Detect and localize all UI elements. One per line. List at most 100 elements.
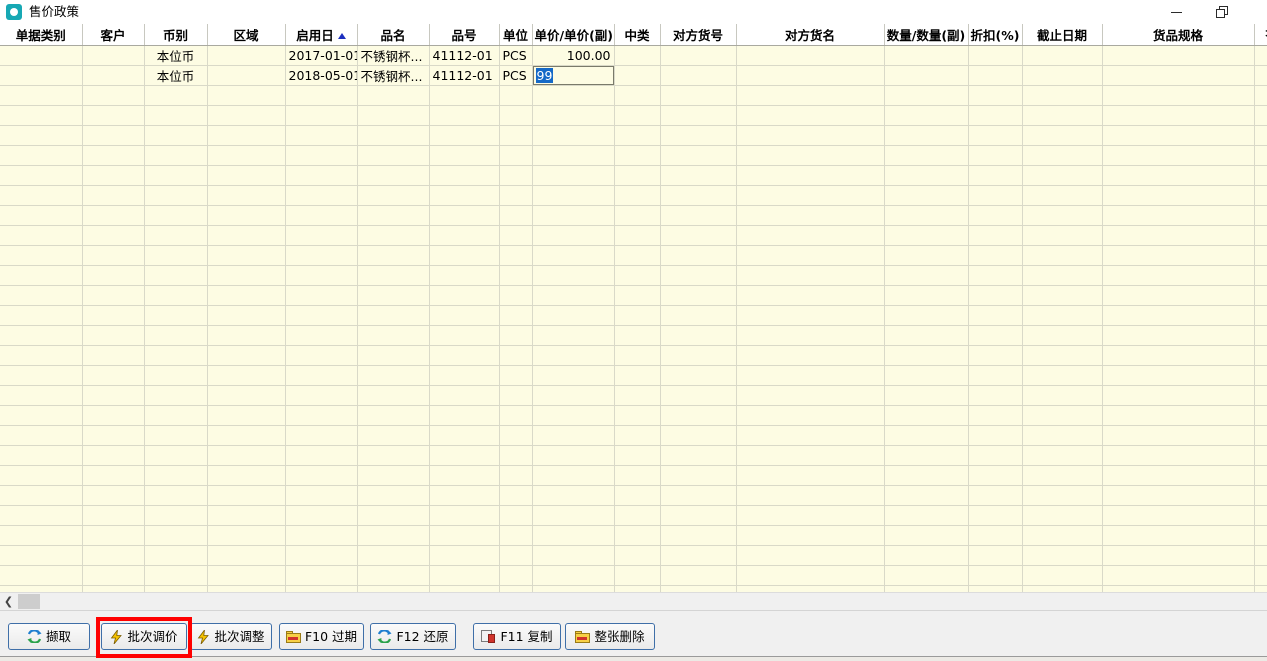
grid-cell[interactable] <box>0 185 83 206</box>
grid-cell[interactable]: PCS <box>499 65 533 86</box>
grid-cell[interactable] <box>968 505 1023 526</box>
grid-cell[interactable] <box>736 485 885 506</box>
grid-cell[interactable] <box>1254 105 1267 126</box>
grid-cell[interactable] <box>660 385 737 406</box>
grid-cell[interactable] <box>144 225 208 246</box>
grid-cell[interactable] <box>532 245 615 266</box>
grid-cell[interactable] <box>429 265 500 286</box>
grid-cell[interactable] <box>1102 385 1255 406</box>
grid-cell[interactable] <box>1254 305 1267 326</box>
grid-cell[interactable] <box>82 525 145 546</box>
grid-header-cell[interactable]: 折扣(%) <box>968 24 1023 46</box>
grid-cell[interactable] <box>532 445 615 466</box>
grid-cell[interactable] <box>357 105 430 126</box>
table-row[interactable]: 本位币 2017-01-01 不锈钢杯... 41112-01 PCS 100.00 <box>0 45 1267 66</box>
grid-cell[interactable] <box>0 265 83 286</box>
table-row-empty[interactable] <box>0 565 1267 586</box>
grid-header-cell[interactable]: 单位 <box>499 24 533 46</box>
grid-header-cell[interactable]: 品号 <box>429 24 500 46</box>
grid-cell[interactable] <box>429 285 500 306</box>
grid-cell[interactable] <box>429 225 500 246</box>
grid-cell[interactable] <box>144 445 208 466</box>
grid-cell[interactable] <box>660 185 737 206</box>
grid-cell[interactable] <box>1022 165 1103 186</box>
grid-cell[interactable] <box>0 585 83 592</box>
grid-cell[interactable] <box>532 385 615 406</box>
grid-cell[interactable] <box>1022 485 1103 506</box>
grid-cell[interactable] <box>144 85 208 106</box>
grid-cell[interactable] <box>1102 205 1255 226</box>
grid-cell[interactable] <box>144 425 208 446</box>
grid-cell[interactable] <box>1102 325 1255 346</box>
grid-cell[interactable] <box>736 585 885 592</box>
grid-cell[interactable] <box>1254 145 1267 166</box>
grid-cell[interactable] <box>499 225 533 246</box>
grid-cell[interactable] <box>660 105 737 126</box>
grid-cell[interactable] <box>614 265 661 286</box>
grid-cell[interactable] <box>1022 205 1103 226</box>
grid-cell[interactable] <box>499 545 533 566</box>
grid-cell[interactable] <box>144 205 208 226</box>
grid-cell[interactable] <box>357 385 430 406</box>
grid-cell[interactable] <box>285 585 358 592</box>
grid-header-cell[interactable]: 截止日期 <box>1022 24 1103 46</box>
grid-cell[interactable]: 100.00 <box>532 45 615 66</box>
grid-cell[interactable] <box>614 45 661 66</box>
grid-cell[interactable] <box>1022 345 1103 366</box>
grid-cell[interactable] <box>357 205 430 226</box>
grid-cell[interactable] <box>144 185 208 206</box>
grid-cell[interactable] <box>82 125 145 146</box>
grid-cell[interactable] <box>82 485 145 506</box>
grid-cell[interactable] <box>968 125 1023 146</box>
table-row-empty[interactable] <box>0 85 1267 106</box>
grid-cell[interactable] <box>660 245 737 266</box>
table-row-empty[interactable] <box>0 505 1267 526</box>
grid-cell[interactable] <box>0 65 83 86</box>
grid-cell[interactable] <box>1022 405 1103 426</box>
grid-cell[interactable] <box>82 465 145 486</box>
grid-cell[interactable] <box>532 345 615 366</box>
table-row-empty[interactable] <box>0 125 1267 146</box>
grid-cell[interactable] <box>614 485 661 506</box>
grid-cell[interactable] <box>1254 65 1267 86</box>
grid-header-cell[interactable]: 币别 <box>144 24 208 46</box>
grid-cell[interactable] <box>660 145 737 166</box>
grid-cell[interactable] <box>144 145 208 166</box>
grid-cell[interactable] <box>736 385 885 406</box>
table-row-empty[interactable] <box>0 245 1267 266</box>
grid-cell[interactable] <box>532 165 615 186</box>
table-row-empty[interactable] <box>0 365 1267 386</box>
grid-cell[interactable] <box>736 325 885 346</box>
grid-cell[interactable]: 41112-01 <box>429 65 500 86</box>
grid-cell[interactable]: 不锈钢杯... <box>357 45 430 66</box>
grid-cell[interactable] <box>614 165 661 186</box>
grid-cell[interactable] <box>1102 545 1255 566</box>
fetch-button[interactable]: 撷取 <box>8 623 90 650</box>
grid-cell[interactable] <box>1102 85 1255 106</box>
grid-cell[interactable] <box>884 65 969 86</box>
grid-cell[interactable] <box>429 365 500 386</box>
grid-cell[interactable] <box>968 385 1023 406</box>
grid-cell[interactable] <box>499 525 533 546</box>
grid-cell[interactable] <box>1254 325 1267 346</box>
grid-cell[interactable] <box>532 505 615 526</box>
grid-cell[interactable] <box>144 565 208 586</box>
grid-cell[interactable] <box>614 225 661 246</box>
grid-cell[interactable] <box>207 145 286 166</box>
grid-cell[interactable] <box>532 85 615 106</box>
grid-cell[interactable] <box>532 425 615 446</box>
grid-cell[interactable] <box>207 225 286 246</box>
grid-cell[interactable] <box>660 445 737 466</box>
grid-cell[interactable] <box>0 525 83 546</box>
grid-cell[interactable] <box>207 425 286 446</box>
grid-cell[interactable] <box>736 45 885 66</box>
grid-cell[interactable] <box>144 545 208 566</box>
grid-cell[interactable] <box>357 565 430 586</box>
grid-cell[interactable] <box>357 445 430 466</box>
grid-cell[interactable] <box>144 405 208 426</box>
grid-cell[interactable] <box>532 265 615 286</box>
grid-cell[interactable] <box>1022 125 1103 146</box>
grid-cell[interactable] <box>614 405 661 426</box>
grid-cell[interactable] <box>1022 465 1103 486</box>
grid-cell[interactable] <box>82 365 145 386</box>
